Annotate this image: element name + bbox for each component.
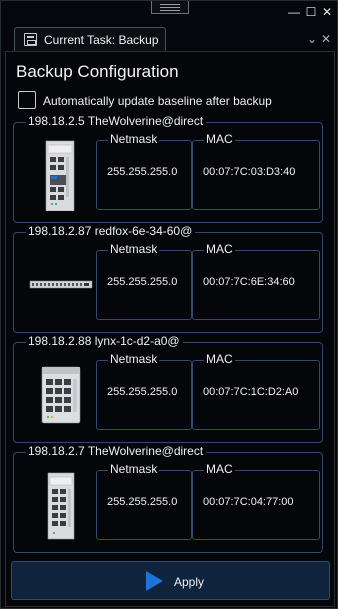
wolverine-switch-image bbox=[47, 472, 75, 540]
apply-label: Apply bbox=[174, 575, 205, 589]
maximize-icon[interactable]: ☐ bbox=[304, 5, 318, 19]
mac-field: MAC 00:07:7C:6E:34:60 bbox=[192, 242, 320, 320]
netmask-field: Netmask 255.255.255.0 bbox=[96, 352, 192, 430]
mac-label: MAC bbox=[204, 132, 235, 146]
minimize-icon[interactable]: — bbox=[287, 5, 301, 19]
backup-panel: Backup Configuration Automatically updat… bbox=[5, 51, 335, 607]
wolverine-switch-image bbox=[45, 140, 75, 211]
device-title: 198.18.2.88 lynx-1c-d2-a0@ bbox=[26, 334, 183, 348]
grip-line bbox=[160, 7, 180, 8]
netmask-value: 255.255.255.0 bbox=[107, 386, 178, 398]
device-card: 198.18.2.88 lynx-1c-d2-a0@ Netmask 255.2… bbox=[13, 334, 323, 443]
backup-window: — ☐ ✕ Current Task: Backup ⌄ ✕ Backup Co… bbox=[0, 0, 338, 609]
device-title: 198.18.2.7 TheWolverine@direct bbox=[26, 444, 207, 458]
mac-value: 00:07:7C:04:77:00 bbox=[203, 496, 294, 508]
page-title: Backup Configuration bbox=[16, 62, 179, 81]
auto-update-baseline-label[interactable]: Automatically update baseline after back… bbox=[43, 94, 272, 108]
redfox-rack-switch-image bbox=[29, 280, 93, 289]
tab-close-icon[interactable]: ✕ bbox=[321, 32, 331, 46]
window-drag-grip[interactable] bbox=[151, 1, 189, 14]
mac-value: 00:07:7C:03:D3:40 bbox=[203, 166, 296, 178]
netmask-label: Netmask bbox=[108, 462, 160, 476]
tab-label: Current Task: Backup bbox=[44, 33, 159, 47]
mac-field: MAC 00:07:7C:1C:D2:A0 bbox=[192, 352, 320, 430]
grip-line bbox=[160, 10, 180, 11]
netmask-field: Netmask 255.255.255.0 bbox=[96, 462, 192, 540]
netmask-value: 255.255.255.0 bbox=[107, 166, 178, 178]
netmask-field: Netmask 255.255.255.0 bbox=[96, 242, 192, 320]
lynx-switch-image bbox=[41, 366, 81, 424]
mac-value: 00:07:7C:6E:34:60 bbox=[203, 276, 295, 288]
device-card: 198.18.2.5 TheWolverine@direct Netmask 2… bbox=[13, 114, 323, 223]
netmask-label: Netmask bbox=[108, 242, 160, 256]
chevron-down-icon[interactable]: ⌄ bbox=[307, 32, 317, 46]
mac-value: 00:07:7C:1C:D2:A0 bbox=[203, 386, 299, 398]
backup-task-icon bbox=[24, 33, 37, 46]
mac-field: MAC 00:07:7C:04:77:00 bbox=[192, 462, 320, 540]
tab-current-task[interactable]: Current Task: Backup bbox=[14, 27, 166, 51]
mac-label: MAC bbox=[204, 352, 235, 366]
mac-field: MAC 00:07:7C:03:D3:40 bbox=[192, 132, 320, 210]
device-title: 198.18.2.5 TheWolverine@direct bbox=[26, 114, 207, 128]
play-icon bbox=[146, 571, 163, 591]
device-card: 198.18.2.7 TheWolverine@direct Netmask 2… bbox=[13, 444, 323, 553]
close-icon[interactable]: ✕ bbox=[320, 5, 334, 19]
auto-update-baseline-checkbox[interactable] bbox=[18, 91, 36, 109]
mac-label: MAC bbox=[204, 462, 235, 476]
netmask-field: Netmask 255.255.255.0 bbox=[96, 132, 192, 210]
netmask-label: Netmask bbox=[108, 352, 160, 366]
netmask-label: Netmask bbox=[108, 132, 160, 146]
netmask-value: 255.255.255.0 bbox=[107, 276, 178, 288]
netmask-value: 255.255.255.0 bbox=[107, 496, 178, 508]
grip-line bbox=[160, 4, 180, 5]
apply-button[interactable]: Apply bbox=[11, 561, 330, 600]
device-title: 198.18.2.87 redfox-6e-34-60@ bbox=[26, 224, 196, 238]
mac-label: MAC bbox=[204, 242, 235, 256]
device-card: 198.18.2.87 redfox-6e-34-60@ Netmask 255… bbox=[13, 224, 323, 333]
